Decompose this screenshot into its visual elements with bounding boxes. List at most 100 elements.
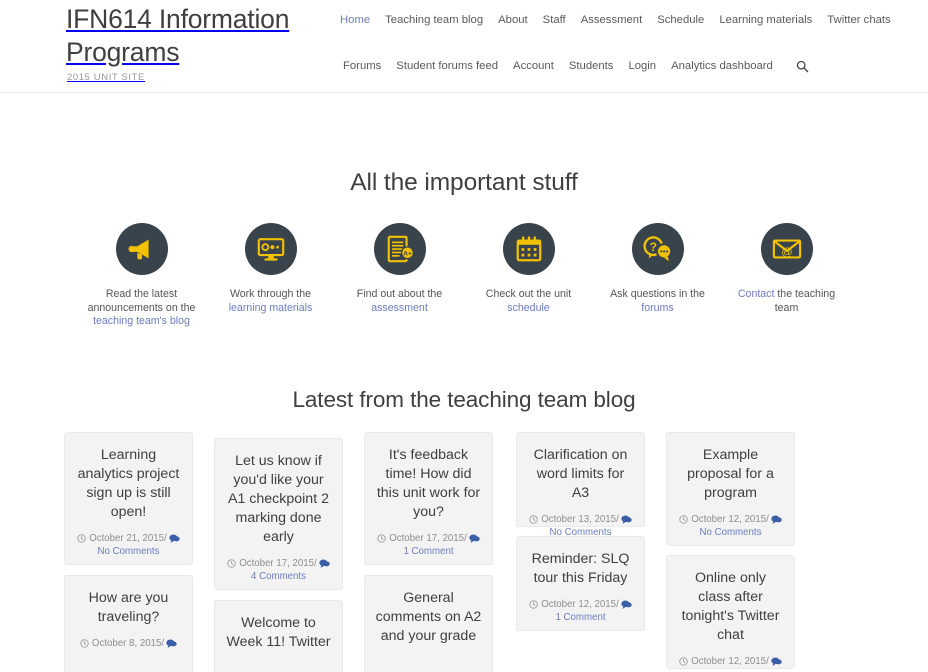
caption-link[interactable]: assessment <box>371 302 428 314</box>
blog-post-comments-link[interactable]: 4 Comments <box>225 570 332 584</box>
blog-post-card[interactable]: It's feedback time! How did this unit wo… <box>364 431 493 565</box>
site-subtitle: 2015 UNIT SITE <box>67 72 145 83</box>
nav-item-schedule[interactable]: Schedule <box>657 13 704 28</box>
nav-item-assessment[interactable]: Assessment <box>581 13 643 28</box>
blog-post-date: October 12, 2015 <box>691 513 767 525</box>
quick-links-row: Read the latest announcements on the tea… <box>0 223 928 329</box>
blog-post-card[interactable]: Clarification on word limits for A3 Octob… <box>516 431 645 538</box>
nav-item-about[interactable]: About <box>498 13 528 28</box>
caption-link[interactable]: learning materials <box>229 302 313 314</box>
blog-post-title[interactable]: Welcome to Week 11! Twitter <box>225 614 332 652</box>
comment-bubble-icon <box>771 657 782 666</box>
blog-post-date: October 12, 2015 <box>691 655 767 667</box>
caption-text: Ask questions in the <box>610 288 705 300</box>
comment-bubble-icon <box>169 534 180 543</box>
caption-link[interactable]: forums <box>641 302 673 314</box>
blog-post-card[interactable]: Online only class after tonight's Twitte… <box>666 554 795 669</box>
quick-link-caption: Contact the teaching team <box>722 288 851 315</box>
quick-link-email-envelope[interactable]: @ Contact the teaching team <box>722 223 851 315</box>
blog-post-title[interactable]: Learning analytics project sign up is st… <box>75 446 182 522</box>
quick-link-caption: Read the latest announcements on the tea… <box>77 288 206 329</box>
caption-link[interactable]: teaching team's blog <box>93 315 190 327</box>
page-title: All the important stuff <box>350 169 578 196</box>
quick-link-document-grade[interactable]: A+ Find out about the assessment <box>335 223 464 315</box>
site-title: IFN614 Information Programs <box>66 4 290 67</box>
calendar-icon <box>502 223 555 275</box>
blog-post-comments-link[interactable]: No Comments <box>677 526 784 540</box>
caption-link[interactable]: schedule <box>507 302 549 314</box>
meta-separator: / <box>164 532 167 544</box>
quick-link-megaphone[interactable]: Read the latest announcements on the tea… <box>77 223 206 329</box>
meta-separator: / <box>314 557 317 569</box>
blog-post-title[interactable]: Let us know if you'd like your A1 checkp… <box>225 452 332 547</box>
blog-post-meta: October 17, 2015/1 Comment <box>375 532 482 559</box>
document-grade-icon: A+ <box>373 223 426 275</box>
nav-item-students[interactable]: Students <box>569 59 614 74</box>
quick-link-question-chat[interactable]: ? Ask questions in the forums <box>593 223 722 315</box>
blog-post-date: October 17, 2015 <box>239 557 315 569</box>
caption-link[interactable]: Contact <box>738 288 775 300</box>
blog-post-title[interactable]: How are you traveling? <box>75 589 182 627</box>
caption-text: Read the latest announcements on the <box>87 288 196 314</box>
quick-link-caption: Check out the unit schedule <box>464 288 593 315</box>
blog-post-comments-link[interactable]: No Comments <box>75 545 182 559</box>
quick-link-calendar[interactable]: Check out the unit schedule <box>464 223 593 315</box>
blog-post-title[interactable]: Clarification on word limits for A3 <box>527 446 634 503</box>
blog-post-title[interactable]: General comments on A2 and your grade <box>375 589 482 646</box>
nav-item-account[interactable]: Account <box>513 59 554 74</box>
secondary-navigation: Forums Student forums feed Account Students… <box>343 58 811 74</box>
svg-text:@: @ <box>781 247 792 259</box>
blog-post-title[interactable]: It's feedback time! How did this unit wo… <box>375 446 482 522</box>
nav-item-staff[interactable]: Staff <box>543 13 566 28</box>
blog-post-title[interactable]: Example proposal for a program <box>677 446 784 503</box>
blog-post-comments-link[interactable]: 1 Comment <box>527 611 634 625</box>
nav-item-twitter-chats[interactable]: Twitter chats <box>827 13 890 28</box>
blog-section-title: Latest from the teaching team blog <box>292 386 636 412</box>
clock-icon <box>227 559 236 568</box>
blog-post-card[interactable]: How are you traveling? October 8, 2015/ <box>64 574 193 672</box>
blog-post-date: October 8, 2015 <box>91 637 162 649</box>
quick-link-monitor[interactable]: Work through the learning materials <box>206 223 335 315</box>
site-brand[interactable]: IFN614 Information Programs 2015 UNIT SI… <box>66 3 336 83</box>
caption-text: Work through the <box>229 288 312 300</box>
blog-post-date: October 13, 2015 <box>541 513 617 525</box>
blog-post-meta: October 12, 2015/1 Comment <box>527 598 634 625</box>
site-header: IFN614 Information Programs 2015 UNIT SI… <box>0 0 928 93</box>
meta-separator: / <box>766 513 769 525</box>
comment-bubble-icon <box>319 559 330 568</box>
nav-item-forums[interactable]: Forums <box>343 59 381 74</box>
blog-post-comments-link[interactable]: 1 Comment <box>375 545 482 559</box>
clock-icon <box>77 534 86 543</box>
blog-post-meta: October 12, 2015/No Comments <box>677 513 784 540</box>
nav-item-home[interactable]: Home <box>340 13 370 28</box>
blog-post-meta: October 21, 2015/No Comments <box>75 532 182 559</box>
meta-separator: / <box>616 513 619 525</box>
nav-item-analytics-dashboard[interactable]: Analytics dashboard <box>671 59 773 74</box>
clock-icon <box>679 657 688 666</box>
monitor-icon <box>244 223 297 275</box>
blog-post-card[interactable]: Example proposal for a program October 12… <box>666 431 795 546</box>
meta-separator: / <box>616 598 619 610</box>
blog-post-title[interactable]: Online only class after tonight's Twitte… <box>677 569 784 645</box>
meta-separator: / <box>766 655 769 667</box>
search-icon[interactable] <box>795 58 811 74</box>
clock-icon <box>377 534 386 543</box>
nav-item-learning-materials[interactable]: Learning materials <box>719 13 812 28</box>
blog-post-card[interactable]: Reminder: SLQ tour this Friday October 12… <box>516 535 645 631</box>
caption-text: Find out about the <box>356 288 443 300</box>
blog-post-card[interactable]: General comments on A2 and your grade <box>364 574 493 672</box>
blog-post-card[interactable]: Welcome to Week 11! Twitter <box>214 599 343 672</box>
blog-post-meta: October 12, 2015/ <box>677 655 784 669</box>
blog-post-title[interactable]: Reminder: SLQ tour this Friday <box>527 550 634 588</box>
nav-item-student-forums-feed[interactable]: Student forums feed <box>396 59 498 74</box>
comment-bubble-icon <box>621 515 632 524</box>
blog-post-card[interactable]: Learning analytics project sign up is st… <box>64 431 193 565</box>
nav-item-teaching-team-blog[interactable]: Teaching team blog <box>385 13 483 28</box>
blog-post-meta: October 17, 2015/4 Comments <box>225 557 332 584</box>
nav-item-login[interactable]: Login <box>628 59 656 74</box>
blog-post-card[interactable]: Let us know if you'd like your A1 checkp… <box>214 437 343 590</box>
primary-navigation: Home Teaching team blog About Staff Assessme… <box>340 13 891 28</box>
meta-separator: / <box>161 637 165 649</box>
comment-bubble-icon <box>166 639 177 648</box>
meta-separator: / <box>464 532 467 544</box>
